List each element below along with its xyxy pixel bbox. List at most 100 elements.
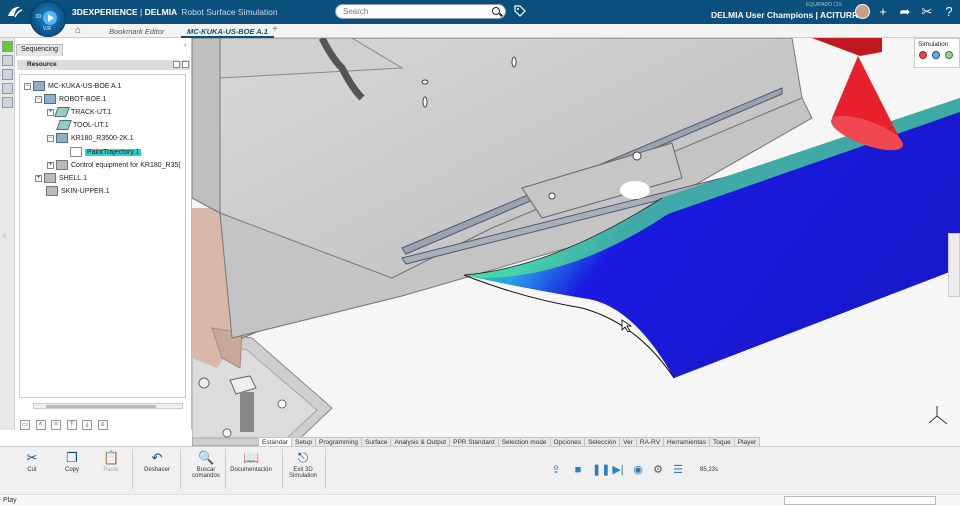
status-text: Play: [3, 497, 17, 504]
search-commands-label: Buscar comandos: [192, 467, 220, 479]
export-icon[interactable]: ⇪: [550, 464, 562, 476]
user-line[interactable]: DELMIA User Champions | ACITURRI: [711, 10, 861, 20]
simulation-label: Simulation: [918, 41, 949, 48]
tree-node[interactable]: + Control equipment for KR180_R35(: [47, 160, 181, 170]
controller-icon: [56, 160, 68, 170]
collapse-panel-icon[interactable]: ‹: [184, 40, 187, 49]
tree-node-selected[interactable]: PaintTrajectory.1: [70, 147, 142, 157]
tab-bookmark-editor[interactable]: Bookmark Editor: [103, 25, 170, 38]
speed-icon[interactable]: ◉: [632, 464, 644, 476]
simulation-time: 85,23s: [700, 467, 719, 473]
3d-viewport[interactable]: [192, 38, 960, 446]
tree-node[interactable]: − MC-KUKA-US-BOE A.1: [24, 81, 122, 91]
documentation-button[interactable]: 📖 Documentación: [230, 450, 272, 474]
track-icon: [54, 107, 70, 117]
robot-tool-icon[interactable]: [2, 69, 13, 80]
undo-button[interactable]: ↶ Deshacer: [140, 451, 174, 474]
sequence-tool-icon[interactable]: [2, 41, 13, 52]
tab-mc-kuka[interactable]: MC-KUKA-US-BOE A.1: [181, 25, 274, 38]
list-icon[interactable]: ☰: [672, 464, 684, 476]
display-tool-icon[interactable]: [2, 97, 13, 108]
panel-list-icon[interactable]: ≡: [97, 420, 108, 430]
add-icon[interactable]: +: [876, 5, 890, 19]
app-name-label: Robot Surface Simulation: [181, 7, 278, 17]
copy-label: Copy: [64, 467, 79, 473]
paste-button[interactable]: 📋 Paste: [94, 450, 128, 474]
move-down-icon[interactable]: ˅: [51, 420, 62, 430]
header-minimize-icon[interactable]: [182, 61, 189, 68]
settings-icon[interactable]: ⚙: [652, 464, 664, 476]
simulation-panel: Simulation: [914, 38, 960, 68]
search-icon[interactable]: [492, 7, 500, 15]
add-tab-button[interactable]: +: [272, 24, 278, 35]
book-icon: 📖: [243, 450, 260, 465]
tree-horizontal-scrollbar[interactable]: [33, 403, 183, 409]
expand-panel-arrow-icon[interactable]: ‹: [3, 230, 6, 241]
tree-node[interactable]: − ROBOT-BOE.1: [35, 94, 106, 104]
collapse-node-icon[interactable]: −: [35, 95, 42, 103]
resource-header[interactable]: Resource: [17, 60, 190, 70]
3ds-logo-icon[interactable]: [6, 4, 24, 20]
search-input[interactable]: [343, 7, 493, 16]
expand-node-icon[interactable]: +: [47, 108, 54, 116]
tools-icon[interactable]: ✂: [920, 5, 934, 19]
panel-new-icon[interactable]: ▭: [20, 420, 30, 430]
pause-icon[interactable]: ❚❚: [592, 464, 610, 476]
document-tab-bar: ⌂ Bookmark Editor MC-KUKA-US-BOE A.1 +: [0, 24, 960, 38]
collapse-node-icon[interactable]: −: [24, 82, 31, 90]
user-avatar[interactable]: [855, 4, 870, 19]
tag-icon[interactable]: [514, 5, 526, 17]
cut-button[interactable]: ✂ Cut: [15, 451, 49, 474]
resource-tree[interactable]: − MC-KUKA-US-BOE A.1 − ROBOT-BOE.1 + TRACK-…: [19, 74, 186, 398]
part-icon: [46, 186, 58, 196]
tree-node-label: PaintTrajectory.1: [85, 148, 142, 156]
sequencing-panel: Sequencing ‹ Resource − MC-KUKA-US-BOE A.…: [15, 38, 192, 430]
tree-node-label: SKIN-UPPER.1: [61, 187, 110, 195]
compass-play-icon[interactable]: [43, 11, 57, 25]
step-forward-icon[interactable]: ▶|: [612, 464, 624, 476]
copy-button[interactable]: ❐ Copy: [55, 451, 89, 474]
trajectory-icon: [70, 147, 82, 157]
stop-icon[interactable]: ■: [572, 464, 584, 476]
status-bar: Play: [0, 494, 960, 506]
home-icon[interactable]: ⌂: [75, 25, 81, 36]
move-top-icon[interactable]: ⤒: [66, 420, 77, 430]
tab-sequencing[interactable]: Sequencing: [16, 44, 63, 56]
move-up-icon[interactable]: ˄: [35, 420, 46, 430]
share-icon[interactable]: ➦: [898, 5, 912, 19]
collapse-node-icon[interactable]: −: [47, 134, 54, 142]
divider: [282, 449, 283, 489]
tree-node[interactable]: + TRACK-UT.1: [47, 107, 111, 117]
search-box[interactable]: [335, 4, 506, 19]
expand-node-icon[interactable]: +: [47, 161, 54, 169]
expand-node-icon[interactable]: +: [35, 174, 42, 182]
tree-node-label: SHELL.1: [59, 174, 88, 182]
product-label: DELMIA: [144, 7, 178, 17]
status-input-field[interactable]: [784, 496, 936, 505]
tree-node-label: ROBOT-BOE.1: [59, 95, 107, 103]
compass-icon[interactable]: 3D V.R: [30, 1, 66, 37]
search-commands-button[interactable]: 🔍 Buscar comandos: [189, 451, 223, 480]
undo-label: Deshacer: [144, 467, 170, 473]
exit-simulation-button[interactable]: ⎋ Exit 3D Simulation: [284, 451, 322, 480]
header-expand-icon[interactable]: [173, 61, 180, 68]
move-bottom-icon[interactable]: ⤓: [82, 420, 93, 430]
help-icon[interactable]: ?: [942, 5, 956, 19]
tree-node[interactable]: + SHELL.1: [35, 173, 87, 183]
3d-scene[interactable]: [192, 38, 960, 446]
scrollbar-thumb[interactable]: [46, 405, 156, 408]
resource-header-label: Resource: [27, 61, 57, 68]
simulation-tools[interactable]: [915, 50, 959, 60]
app-title: 3DEXPERIENCE | DELMIA Robot Surface Simul…: [72, 7, 278, 17]
tree-node[interactable]: SKIN-UPPER.1: [46, 186, 110, 196]
robot-icon: [44, 94, 56, 104]
paste-label: Paste: [103, 467, 119, 473]
right-view-toolbar[interactable]: [948, 233, 960, 297]
tree-node[interactable]: − KR180_R3500-2K.1: [47, 133, 134, 143]
tree-node[interactable]: TOOL-UT.1: [56, 120, 109, 130]
documentation-label: Documentación: [230, 467, 272, 473]
tree-tool-icon[interactable]: [2, 55, 13, 66]
paste-icon: 📋: [103, 450, 120, 465]
title-separator: |: [137, 7, 145, 17]
path-tool-icon[interactable]: [2, 83, 13, 94]
